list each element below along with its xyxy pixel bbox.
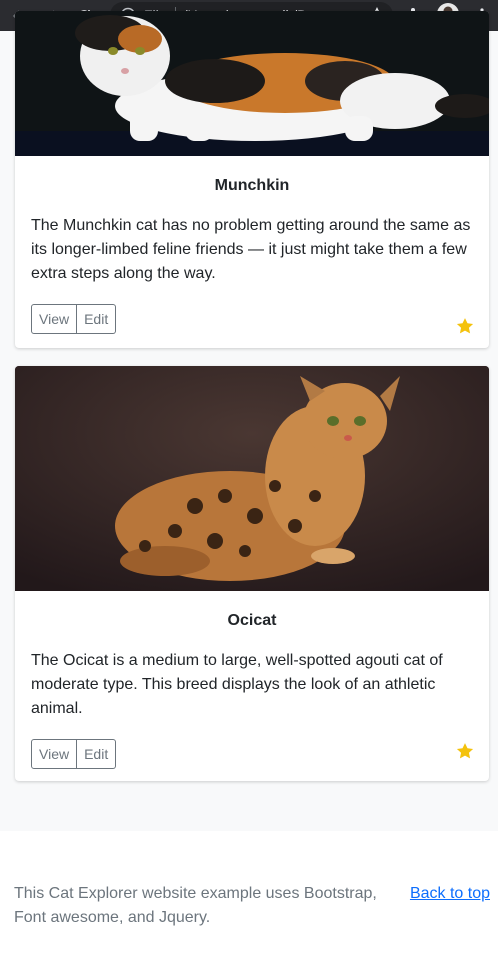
view-button[interactable]: View — [31, 304, 78, 334]
card-title: Ocicat — [227, 612, 277, 629]
footer-text: This Cat Explorer website example uses B… — [14, 885, 377, 926]
favorite-star-icon[interactable] — [456, 317, 474, 335]
card-description: The Ocicat is a medium to large, well-sp… — [31, 652, 443, 717]
card-title: Munchkin — [214, 177, 290, 194]
edit-button[interactable]: Edit — [77, 304, 117, 334]
card-description: The Munchkin cat has no problem getting … — [31, 217, 471, 282]
cat-card-munchkin: Munchkin The Munchkin cat has no problem… — [15, 11, 489, 348]
munchkin-cat-image — [15, 11, 489, 156]
card-button-group: View Edit — [31, 304, 473, 334]
back-to-top-link[interactable]: Back to top — [410, 882, 490, 906]
card-button-group: View Edit — [31, 739, 473, 769]
favorite-star-icon[interactable] — [456, 742, 474, 760]
footer: This Cat Explorer website example uses B… — [0, 831, 498, 979]
page-content: Munchkin The Munchkin cat has no problem… — [0, 11, 498, 831]
ocicat-image — [15, 366, 489, 591]
cat-card-ocicat: Ocicat The Ocicat is a medium to large, … — [15, 366, 489, 781]
view-button[interactable]: View — [31, 739, 78, 769]
edit-button[interactable]: Edit — [77, 739, 117, 769]
